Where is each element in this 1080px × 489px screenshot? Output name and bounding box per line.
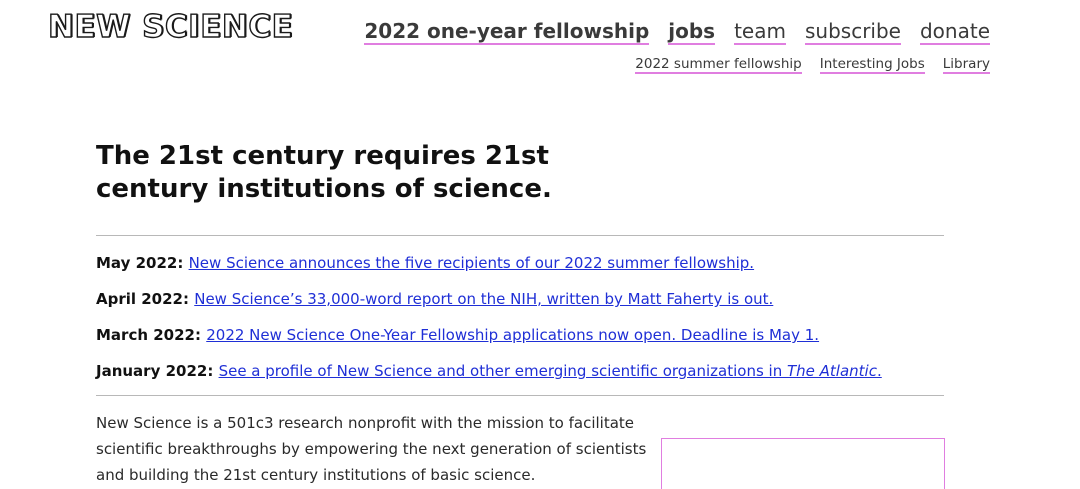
divider-bottom	[96, 395, 944, 396]
news-separator: :	[177, 254, 189, 272]
subnav-link-library[interactable]: Library	[942, 56, 990, 75]
side-panel	[661, 438, 945, 489]
news-list: May 2022: New Science announces the five…	[96, 253, 956, 397]
main-nav: 2022 one-year fellowship jobs team subsc…	[364, 20, 990, 45]
news-link-publication: The Atlantic	[787, 362, 877, 380]
news-separator: :	[195, 326, 207, 344]
page-headline: The 21st century requires 21st century i…	[96, 141, 552, 204]
news-date: March 2022	[96, 326, 195, 344]
intro-paragraph: New Science is a 501c3 research nonprofi…	[96, 414, 647, 484]
nav-link-jobs[interactable]: jobs	[668, 20, 716, 45]
news-link-text: New Science announces the five recipient…	[188, 254, 755, 272]
news-item: March 2022: 2022 New Science One-Year Fe…	[96, 325, 956, 361]
nav-link-team[interactable]: team	[734, 20, 786, 45]
news-date: May 2022	[96, 254, 178, 272]
news-date: January 2022	[96, 362, 208, 380]
news-item: January 2022: See a profile of New Scien…	[96, 361, 956, 397]
nav-link-one-year-fellowship[interactable]: 2022 one-year fellowship	[364, 20, 650, 45]
divider-top	[96, 235, 944, 236]
nav-link-donate[interactable]: donate	[919, 20, 990, 45]
news-item: April 2022: New Science’s 33,000-word re…	[96, 289, 956, 325]
news-link[interactable]: New Science announces the five recipient…	[189, 254, 755, 272]
news-link-text: 2022 New Science One-Year Fellowship app…	[206, 326, 820, 344]
subnav-link-interesting-jobs[interactable]: Interesting Jobs	[819, 56, 925, 75]
news-link-tail: .	[876, 362, 882, 380]
subnav-link-summer-fellowship[interactable]: 2022 summer fellowship	[635, 56, 802, 75]
site-logo[interactable]: NEW SCIENCE	[47, 11, 293, 43]
news-link[interactable]: 2022 New Science One-Year Fellowship app…	[206, 326, 819, 344]
news-date: April 2022	[96, 290, 183, 308]
news-link-text: See a profile of New Science and other e…	[218, 362, 787, 380]
news-link[interactable]: See a profile of New Science and other e…	[219, 362, 882, 380]
news-item: May 2022: New Science announces the five…	[96, 253, 956, 289]
news-link-text: New Science’s 33,000-word report on the …	[194, 290, 774, 308]
news-link[interactable]: New Science’s 33,000-word report on the …	[194, 290, 773, 308]
news-separator: :	[183, 290, 195, 308]
sub-nav: 2022 summer fellowship Interesting Jobs …	[635, 56, 990, 75]
news-separator: :	[207, 362, 219, 380]
nav-link-subscribe[interactable]: subscribe	[804, 20, 901, 45]
